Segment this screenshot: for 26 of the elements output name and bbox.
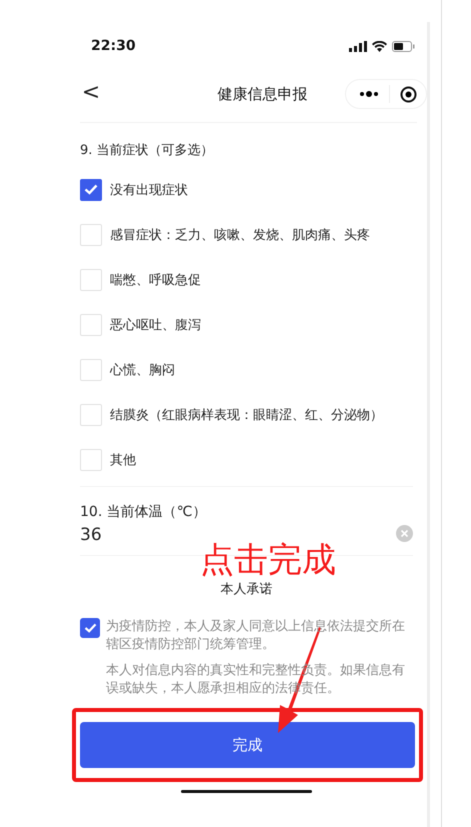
wifi-icon (372, 40, 387, 52)
pledge-text: 为疫情防控，本人及家人同意以上信息依法提交所在辖区疫情防控部门统筹管理。 (106, 618, 406, 654)
close-mini-program-icon[interactable] (400, 86, 417, 102)
more-icon[interactable] (359, 91, 379, 97)
question-label: 9. 当前症状（可多选） (80, 142, 215, 159)
page-title: 健康信息申报 (216, 84, 308, 104)
option-label: 其他 (110, 452, 136, 468)
submit-button[interactable]: 完成 (80, 722, 415, 768)
checkbox[interactable] (80, 618, 100, 638)
check-icon (84, 184, 98, 195)
battery-icon (392, 40, 415, 52)
checkbox[interactable] (80, 178, 102, 200)
back-button[interactable]: < (80, 80, 102, 108)
clear-icon[interactable] (396, 524, 413, 542)
status-time: 22:30 (91, 38, 136, 54)
option-label: 感冒症状：乏力、咳嗽、发烧、肌肉痛、头疼 (110, 226, 370, 244)
question-label: 10. 当前体温（℃） (80, 503, 208, 521)
pledge-title: 本人承诺 (220, 581, 274, 598)
option-label: 结膜炎（红眼病样表现：眼睛涩、红、分泌物） (110, 406, 383, 424)
option-label: 心慌、胸闷 (110, 362, 175, 378)
check-icon (84, 623, 96, 633)
signal-icon (349, 40, 367, 52)
option-label: 喘憋、呼吸急促 (110, 272, 201, 288)
option-label: 恶心呕吐、腹泻 (110, 316, 201, 334)
option-label: 没有出现症状 (110, 182, 188, 198)
annotation-text: 点击完成 (200, 539, 336, 582)
